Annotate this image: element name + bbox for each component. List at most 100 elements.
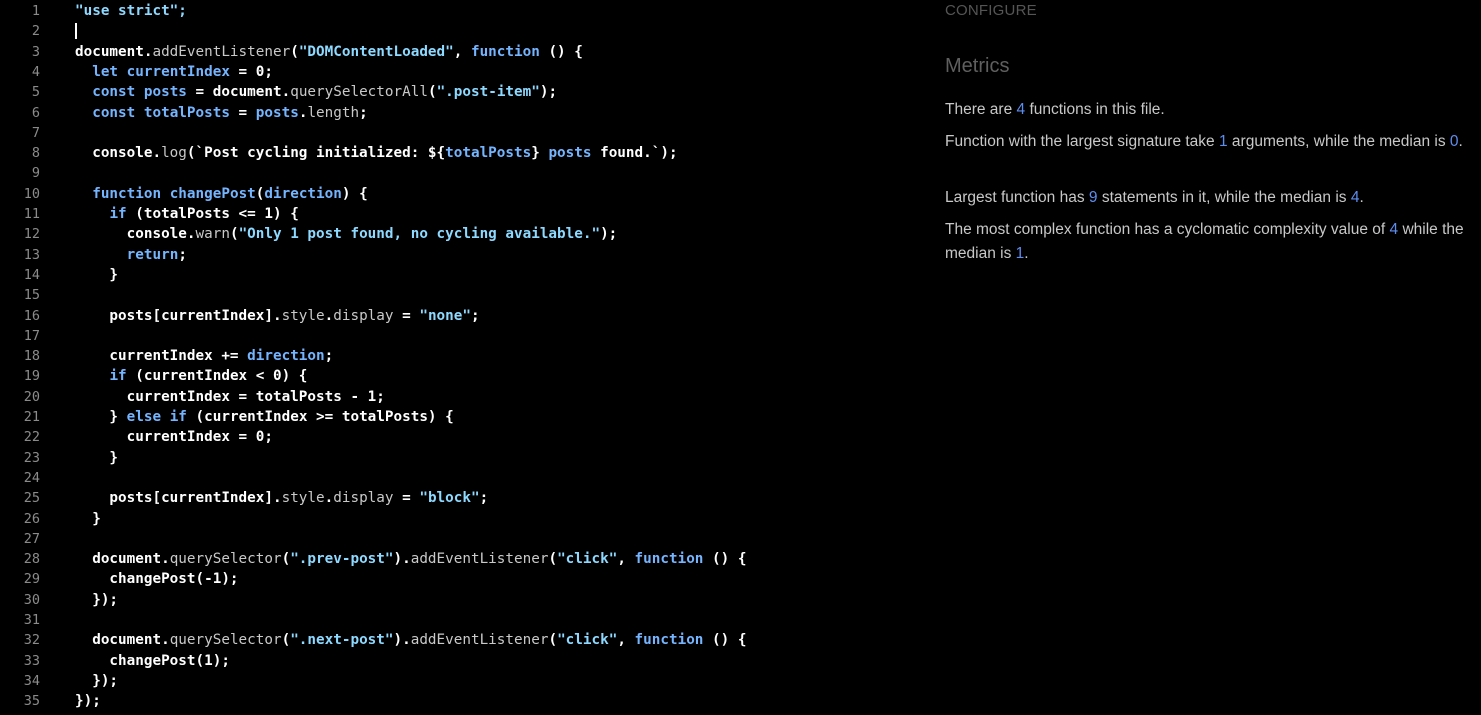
code-line: 24 — [0, 468, 920, 488]
code-line: 27 — [0, 529, 920, 549]
code-token: . — [324, 490, 334, 507]
line-number: 22 — [23, 429, 40, 446]
code-token: , — [617, 551, 635, 568]
code-text: currentIndex = totalPosts - 1; — [75, 387, 385, 407]
code-token: = — [393, 490, 420, 507]
configure-link[interactable]: CONFIGURE — [945, 2, 1037, 19]
code-token: . — [324, 307, 334, 324]
code-token: document. — [75, 551, 170, 568]
code-line: 10 function changePost(direction) { — [0, 184, 920, 204]
code-token: ( — [427, 84, 437, 101]
line-number: 13 — [23, 246, 40, 263]
code-token: direction — [264, 185, 342, 202]
code-line: 26 } — [0, 509, 920, 529]
code-token: = — [393, 307, 420, 324]
code-text: const posts = document.querySelectorAll(… — [75, 82, 557, 102]
metric-value: 9 — [1088, 189, 1098, 206]
code-line: 29 changePost(-1); — [0, 569, 920, 589]
code-text: currentIndex = 0; — [75, 427, 273, 447]
code-text: posts[currentIndex].style.display = "blo… — [75, 488, 488, 508]
code-token: } — [531, 145, 549, 162]
code-editor[interactable]: 1 "use strict"; 2 3 document.addEventListene… — [0, 0, 920, 715]
code-token: ) { — [341, 185, 368, 202]
code-token: "none" — [419, 307, 471, 324]
code-line: 14 } — [0, 265, 920, 285]
code-text: "use strict"; — [75, 1, 187, 21]
code-token: posts[currentIndex]. — [75, 490, 282, 507]
code-text — [75, 21, 77, 41]
code-text: changePost(1); — [75, 651, 230, 671]
code-token: ); — [539, 84, 558, 101]
line-number: 12 — [23, 226, 40, 243]
code-token: currentIndex = totalPosts - 1; — [75, 388, 385, 405]
code-token: ). — [393, 632, 411, 649]
metric-text: . — [1024, 245, 1029, 262]
code-token: currentIndex += — [75, 348, 248, 365]
line-number: 14 — [23, 266, 40, 283]
code-line: 15 — [0, 285, 920, 305]
code-token: "Only 1 post found, no cycling available… — [238, 226, 601, 243]
line-number: 26 — [23, 510, 40, 527]
code-token: function — [634, 632, 704, 649]
code-text: if (currentIndex < 0) { — [75, 366, 307, 386]
code-token: "DOMContentLoaded" — [298, 43, 454, 60]
code-token: currentIndex = 0; — [75, 429, 273, 446]
code-token: document. — [75, 632, 170, 649]
code-token: const — [92, 104, 136, 121]
code-token: totalPosts — [143, 104, 230, 121]
code-token: ; — [479, 490, 489, 507]
code-token: () { — [539, 43, 583, 60]
code-text: } — [75, 509, 101, 529]
code-token: ; — [471, 307, 480, 324]
metric-text: . — [1458, 133, 1463, 150]
line-number: 15 — [23, 287, 40, 304]
code-text: let currentIndex = 0; — [75, 62, 273, 82]
code-text: } — [75, 448, 118, 468]
code-token: }); — [75, 693, 101, 710]
metric-text: arguments, while the median is — [1227, 133, 1450, 150]
line-number: 29 — [23, 571, 40, 588]
code-text: } — [75, 265, 118, 285]
code-token: changePost(1); — [75, 652, 230, 669]
code-line: 17 — [0, 326, 920, 346]
line-number: 6 — [31, 104, 40, 121]
code-token: display — [333, 307, 394, 324]
line-number: 21 — [23, 409, 40, 425]
metric-text: There are — [945, 101, 1017, 118]
line-number: 19 — [23, 368, 40, 385]
code-token: "use strict"; — [75, 3, 187, 19]
code-token: } — [75, 266, 119, 283]
code-token: addEventListener — [152, 43, 291, 60]
code-token: "block" — [419, 490, 480, 507]
code-text: document.querySelector(".next-post").add… — [75, 630, 746, 650]
code-token: ( — [281, 551, 291, 568]
code-text: changePost(-1); — [75, 569, 238, 589]
code-token: ".prev-post" — [290, 551, 394, 568]
metric-value: 1 — [1218, 133, 1228, 150]
metric-text: Function with the largest signature take — [945, 133, 1219, 150]
line-number: 7 — [31, 124, 40, 141]
code-token: let — [92, 63, 119, 80]
code-token: (`Post cycling initialized: ${ — [186, 145, 446, 162]
code-token: ; — [178, 246, 187, 263]
line-number: 27 — [23, 530, 40, 547]
metric-value: 1 — [1015, 245, 1025, 262]
code-text: return; — [75, 245, 187, 265]
code-text: posts[currentIndex].style.display = "non… — [75, 306, 480, 326]
code-line: 30 }); — [0, 590, 920, 610]
code-token: changePost — [169, 185, 256, 202]
code-token: ). — [393, 551, 411, 568]
code-line: 25 posts[currentIndex].style.display = "… — [0, 488, 920, 508]
line-number: 28 — [23, 551, 40, 568]
line-number: 35 — [23, 693, 40, 710]
code-line: 23 } — [0, 448, 920, 468]
code-line: 7 — [0, 123, 920, 143]
code-line: 33 changePost(1); — [0, 651, 920, 671]
metrics-title: Metrics — [945, 55, 1010, 77]
metric-item: The most complex function has a cyclomat… — [945, 218, 1475, 266]
code-line: 6 const totalPosts = posts.length; — [0, 103, 920, 123]
code-token: (currentIndex >= totalPosts) { — [186, 409, 454, 425]
code-token: ( — [548, 632, 558, 649]
